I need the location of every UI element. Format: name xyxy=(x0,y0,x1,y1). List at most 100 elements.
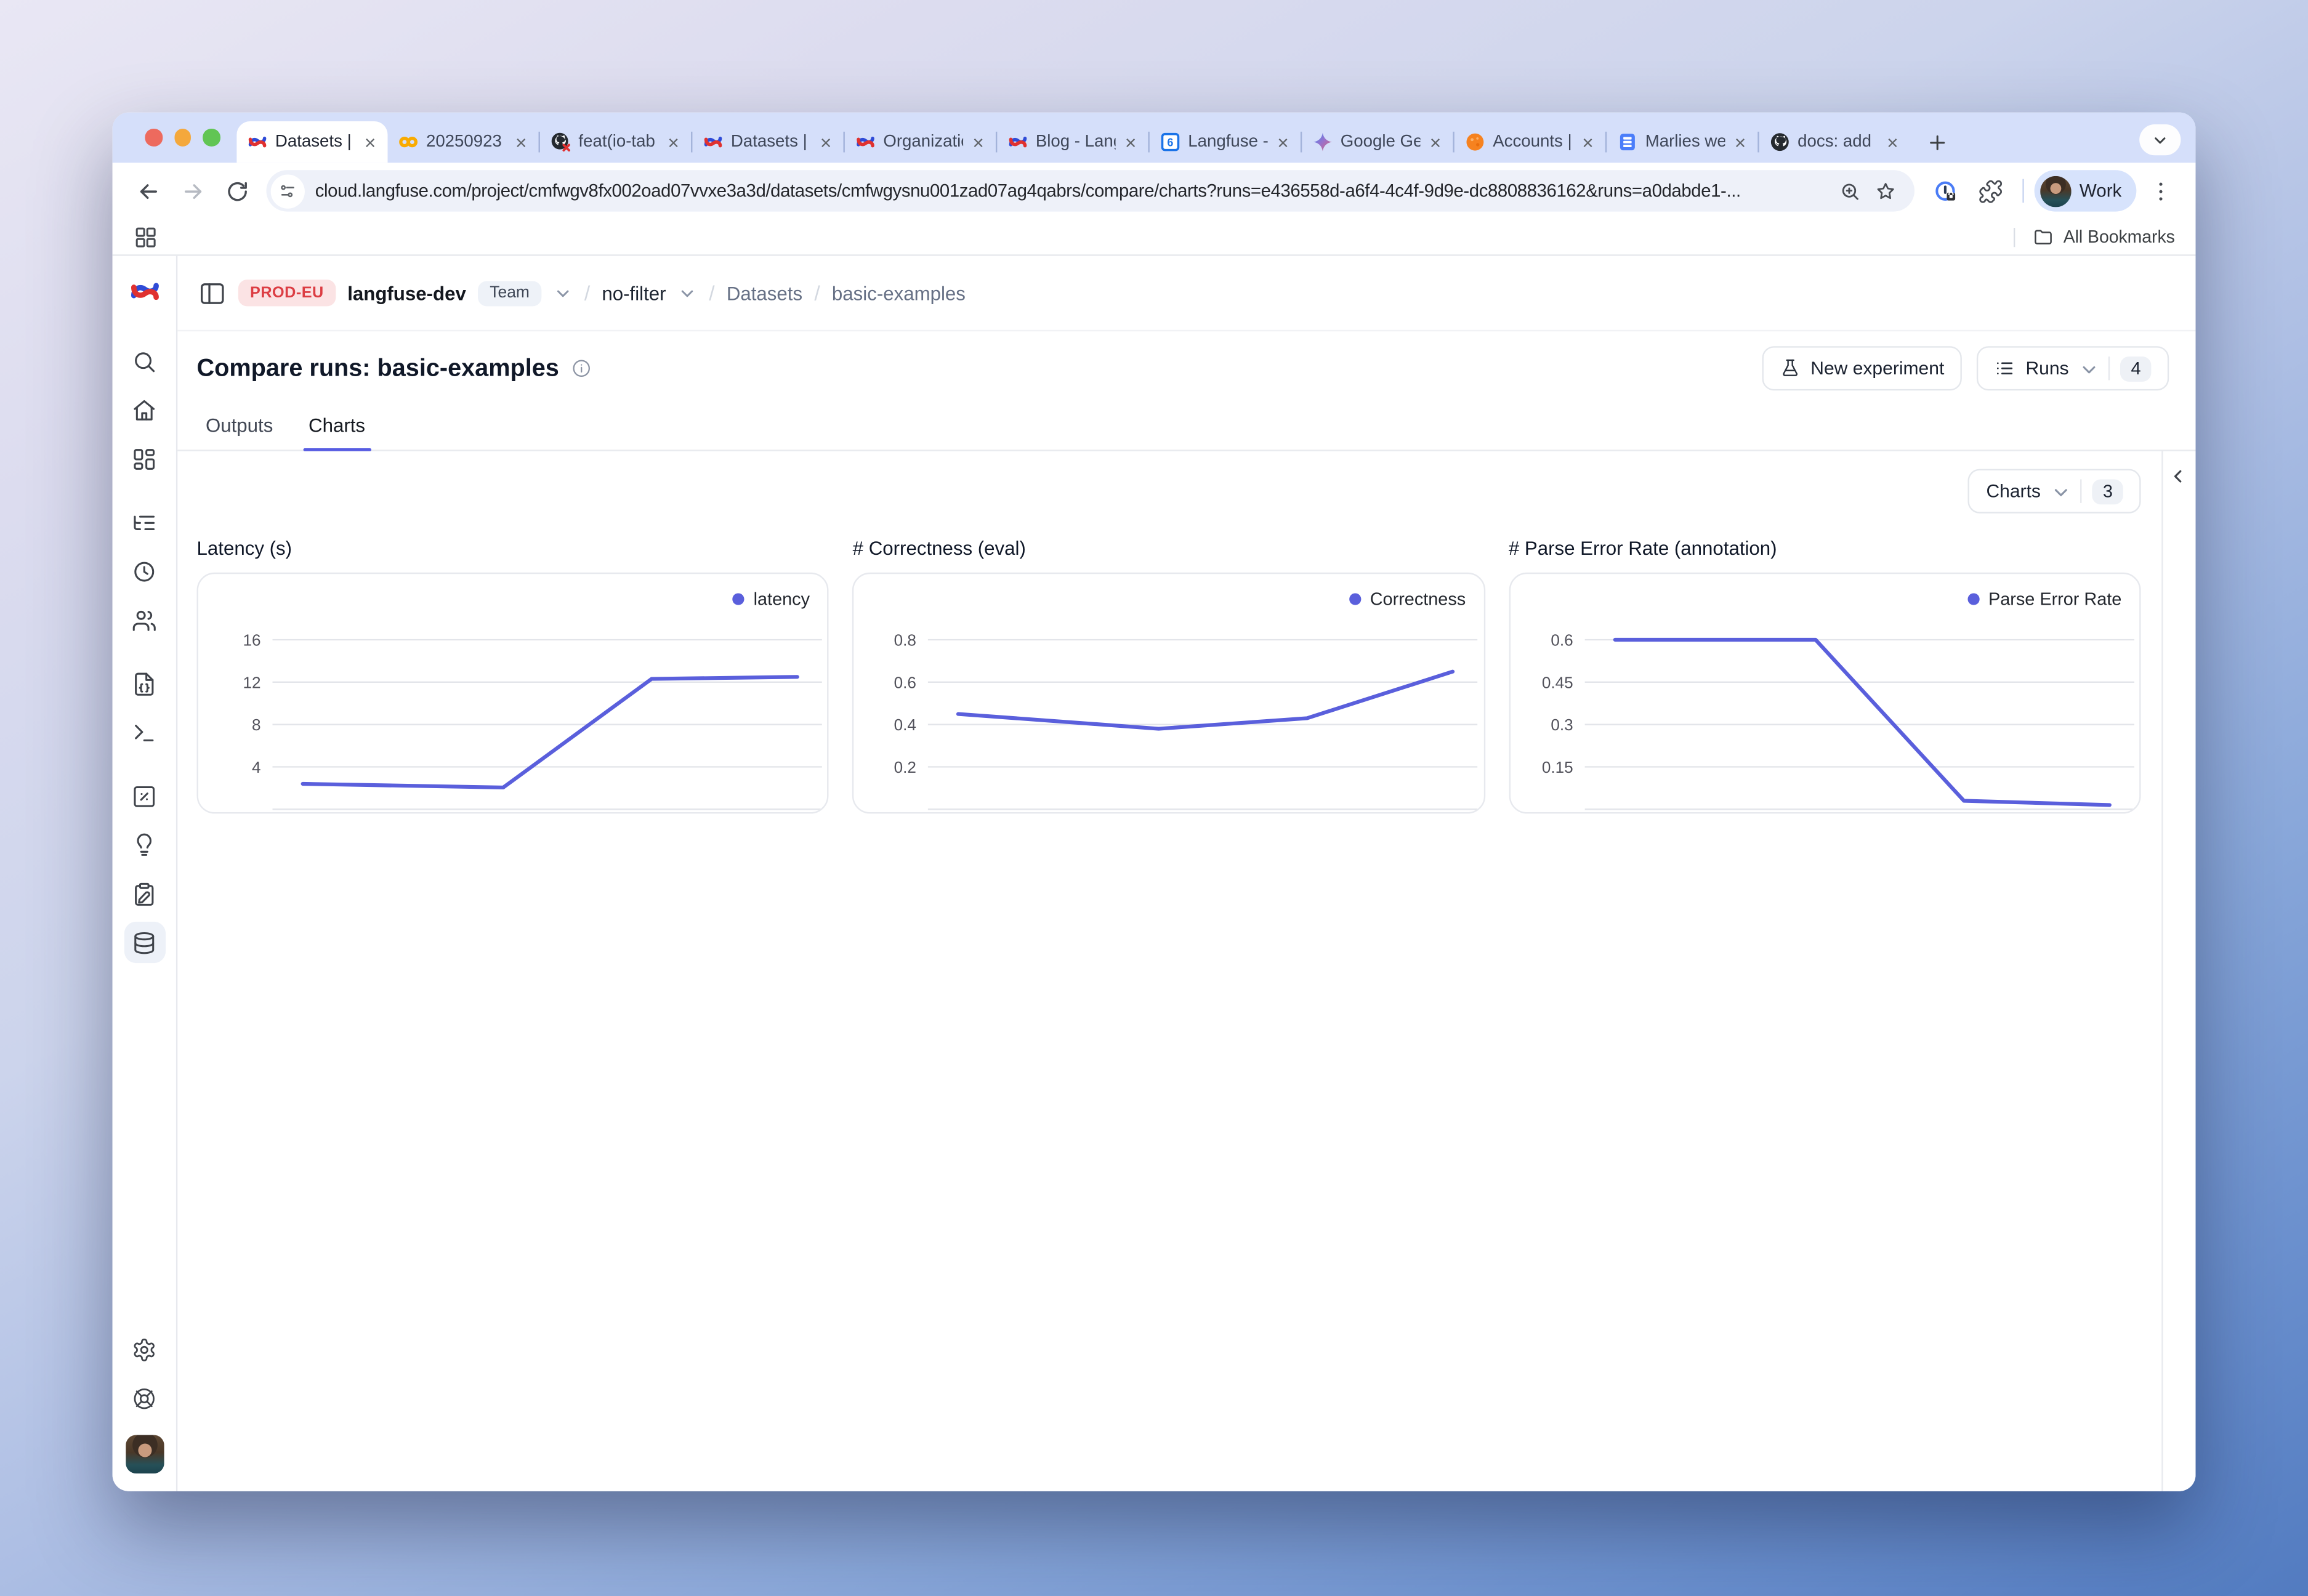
minimize-window-button[interactable] xyxy=(174,129,191,146)
site-info-button[interactable] xyxy=(271,174,305,208)
sidebar-item-datasets[interactable] xyxy=(124,922,165,963)
sidebar-item-sessions[interactable] xyxy=(124,550,165,592)
org-name[interactable]: langfuse-dev xyxy=(347,282,466,304)
sidebar-group xyxy=(124,775,165,970)
tab-close-icon[interactable]: × xyxy=(1733,132,1747,151)
sidebar-item-annotation[interactable] xyxy=(124,873,165,914)
browser-tab[interactable]: Marlies we× xyxy=(1607,121,1757,163)
breadcrumb-datasets-link[interactable]: Datasets xyxy=(727,282,802,304)
sidebar-item-playground[interactable] xyxy=(124,712,165,753)
zoom-button[interactable] xyxy=(1834,175,1866,208)
project-switcher-button[interactable] xyxy=(678,283,697,302)
svg-text:0.4: 0.4 xyxy=(894,715,916,734)
new-experiment-button[interactable]: New experiment xyxy=(1762,346,1962,390)
browser-tab[interactable]: Google Ge× xyxy=(1302,121,1453,163)
tab-close-icon[interactable]: × xyxy=(514,132,528,151)
user-avatar[interactable] xyxy=(125,1435,163,1473)
cloud-favicon-icon xyxy=(1465,132,1486,153)
browser-tab[interactable]: Blog - Lang× xyxy=(997,121,1148,163)
runs-count-badge: 4 xyxy=(2121,356,2152,381)
tab-close-icon[interactable]: × xyxy=(1886,132,1900,151)
page-title: Compare runs: basic-examples xyxy=(197,354,559,382)
svg-text:0.3: 0.3 xyxy=(1551,715,1573,734)
sidebar-item-tracing[interactable] xyxy=(124,501,165,542)
sidebar-item-dashboard[interactable] xyxy=(124,438,165,479)
tab-charts[interactable]: Charts xyxy=(302,408,371,449)
sidebar-item-settings[interactable] xyxy=(124,1329,165,1370)
browser-tab[interactable]: docs: add× xyxy=(1759,121,1910,163)
apps-grid-icon xyxy=(133,224,158,249)
apps-grid-button[interactable] xyxy=(133,224,158,249)
tab-close-icon[interactable]: × xyxy=(971,132,985,151)
back-button[interactable] xyxy=(127,170,169,211)
project-name[interactable]: no-filter xyxy=(602,282,666,304)
tab-title: Datasets | L xyxy=(731,133,812,151)
password-manager-button[interactable] xyxy=(1926,170,1967,211)
browser-profile-button[interactable]: Work xyxy=(2033,170,2136,211)
close-window-button[interactable] xyxy=(145,129,162,146)
sidebar-item-users[interactable] xyxy=(124,599,165,640)
svg-text:0.45: 0.45 xyxy=(1541,673,1573,691)
new-tab-button[interactable] xyxy=(1919,124,1955,160)
tab-close-icon[interactable]: × xyxy=(1124,132,1138,151)
sidebar-item-prompts[interactable] xyxy=(124,663,165,704)
browser-tab[interactable]: 6Langfuse -× xyxy=(1150,121,1301,163)
sidebar-item-support[interactable] xyxy=(124,1377,165,1419)
tab-search-button[interactable] xyxy=(2139,124,2181,155)
browser-tab[interactable]: Datasets | L × xyxy=(692,121,843,163)
browser-tab[interactable]: 20250923 × xyxy=(387,121,538,163)
sidebar-item-evaluation[interactable] xyxy=(124,775,165,816)
chart-correctness: # Correctness (eval) 0.20.40.60.8 Correc… xyxy=(853,537,1485,813)
info-icon[interactable] xyxy=(571,358,592,379)
tab-close-icon[interactable]: × xyxy=(666,132,680,151)
search-icon xyxy=(132,349,157,374)
forward-button[interactable] xyxy=(172,170,213,211)
collapse-panel-button[interactable] xyxy=(2168,466,2191,490)
tab-title: 20250923 xyxy=(426,133,507,151)
plus-icon xyxy=(1926,131,1948,153)
bookmark-button[interactable] xyxy=(1870,175,1902,208)
chart-svg: 481216 xyxy=(198,574,828,812)
url-bar[interactable]: cloud.langfuse.com/project/cmfwgv8fx002o… xyxy=(266,170,1913,211)
tab-outputs[interactable]: Outputs xyxy=(200,408,279,449)
tab-title: Datasets | L xyxy=(275,133,356,151)
tab-strip: Datasets | L×20250923×feat(io-tab×Datase… xyxy=(113,113,2196,163)
panel-left-icon xyxy=(198,279,227,307)
org-switcher-button[interactable] xyxy=(553,283,572,302)
langfuse-favicon-icon xyxy=(1007,132,1028,153)
tab-title: Organizatio xyxy=(883,133,964,151)
sidebar-item-home[interactable] xyxy=(124,389,165,430)
password-lock-icon xyxy=(1934,179,1959,204)
tab-close-icon[interactable]: × xyxy=(1276,132,1290,151)
tab-close-icon[interactable]: × xyxy=(363,132,377,151)
extensions-button[interactable] xyxy=(1970,170,2011,211)
browser-tab[interactable]: Accounts |× xyxy=(1455,121,1605,163)
browser-tab[interactable]: Datasets | L × xyxy=(236,121,387,163)
chart-svg: 0.20.40.60.8 xyxy=(854,574,1483,812)
tab-close-icon[interactable]: × xyxy=(1581,132,1595,151)
sidebar-item-search[interactable] xyxy=(124,341,165,382)
langfuse-logo[interactable] xyxy=(128,275,161,308)
environment-badge[interactable]: PROD-EU xyxy=(238,280,336,306)
all-bookmarks-button[interactable]: All Bookmarks xyxy=(2032,227,2175,248)
new-experiment-label: New experiment xyxy=(1810,358,1944,379)
charts-toolbar: Charts 3 xyxy=(197,469,2141,514)
reload-button[interactable] xyxy=(216,170,257,211)
browser-tab[interactable]: feat(io-tab× xyxy=(540,121,691,163)
runs-dropdown-button[interactable]: Runs 4 xyxy=(1977,346,2169,390)
langfuse-favicon-icon xyxy=(247,132,268,153)
chart-svg: 0.150.30.450.6 xyxy=(1510,574,2139,812)
tab-close-icon[interactable]: × xyxy=(1428,132,1442,151)
breadcrumb-separator: / xyxy=(709,281,714,304)
maximize-window-button[interactable] xyxy=(203,129,220,146)
chevron-left-icon xyxy=(2168,466,2191,487)
sidebar-item-insights[interactable] xyxy=(124,824,165,865)
browser-menu-button[interactable] xyxy=(2139,170,2181,211)
legend-dot xyxy=(1349,593,1361,605)
chevron-down-icon xyxy=(2079,359,2098,378)
svg-text:16: 16 xyxy=(243,631,261,649)
charts-filter-button[interactable]: Charts 3 xyxy=(1969,469,2141,514)
tab-close-icon[interactable]: × xyxy=(819,132,833,151)
sidebar-toggle-button[interactable] xyxy=(198,279,227,307)
browser-tab[interactable]: Organizatio × xyxy=(845,121,996,163)
